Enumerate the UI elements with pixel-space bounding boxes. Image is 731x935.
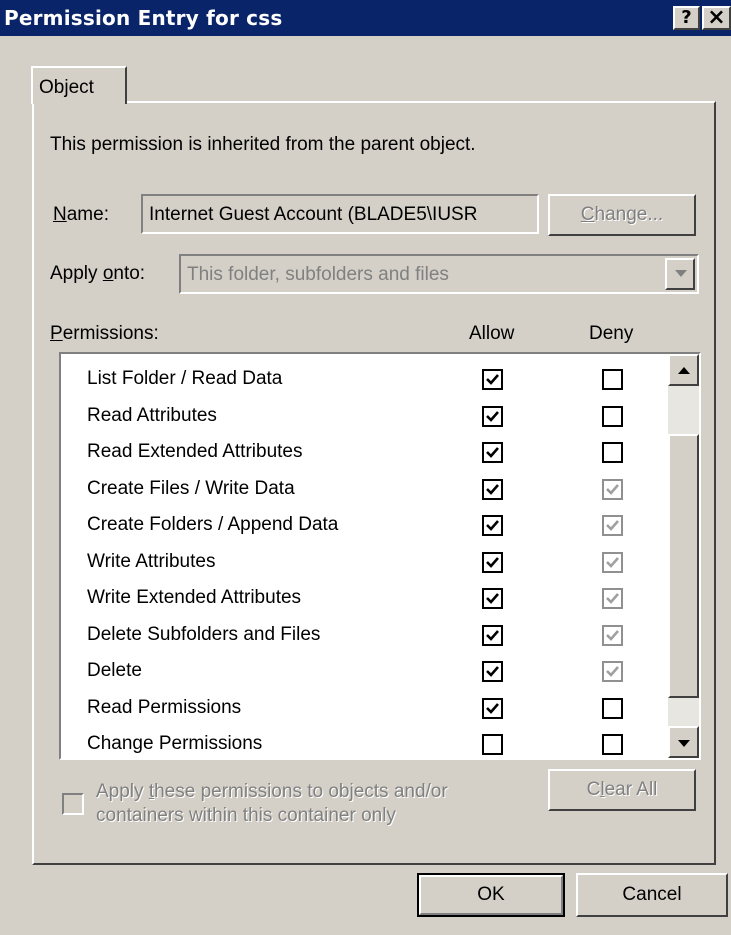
check-icon (486, 447, 499, 458)
check-icon (606, 556, 619, 568)
check-icon (486, 520, 499, 531)
check-icon (606, 483, 619, 495)
check-icon (486, 374, 499, 385)
permission-name: Create Folders / Append Data (87, 514, 339, 535)
clear-all-button[interactable]: Clear All (548, 769, 696, 811)
apply-these-label: Apply these permissions to objects and/o… (96, 781, 448, 826)
apply-onto-value: This folder, subfolders and files (187, 264, 449, 285)
allow-checkbox[interactable] (482, 369, 503, 390)
allow-checkbox[interactable] (482, 588, 503, 609)
permission-row: Write Extended Attributes (61, 581, 661, 615)
scroll-up-button[interactable] (668, 354, 699, 386)
inherited-notice: This permission is inherited from the pa… (50, 134, 476, 155)
check-icon (606, 520, 619, 531)
allow-checkbox[interactable] (482, 478, 503, 500)
permission-row: Write Attributes (61, 545, 661, 579)
deny-checkbox[interactable] (602, 478, 623, 500)
scrollbar[interactable] (668, 354, 699, 758)
allow-checkbox[interactable] (482, 405, 503, 427)
window-title: Permission Entry for css (4, 6, 283, 30)
permission-row: Read Permissions (61, 691, 661, 725)
check-icon (486, 556, 499, 568)
scroll-down-button[interactable] (668, 726, 699, 758)
deny-checkbox[interactable] (602, 369, 623, 390)
help-button[interactable]: ? (673, 6, 700, 30)
permission-name: Delete Subfolders and Files (87, 623, 321, 645)
allow-checkbox[interactable] (482, 624, 503, 646)
check-icon (486, 666, 499, 677)
permission-row: List Folder / Read Data (61, 362, 661, 396)
allow-checkbox[interactable] (482, 734, 503, 755)
check-icon (486, 702, 499, 714)
check-icon (606, 593, 619, 604)
check-icon (486, 593, 499, 604)
permission-row: Change Permissions (61, 727, 661, 761)
change-button[interactable]: Change... (548, 194, 696, 236)
dropdown-arrow[interactable] (665, 258, 695, 290)
allow-checkbox[interactable] (482, 661, 503, 682)
deny-header: Deny (589, 323, 634, 344)
deny-checkbox[interactable] (602, 588, 623, 609)
permission-name: Read Permissions (87, 696, 242, 718)
permission-name: Read Attributes (87, 404, 217, 426)
allow-header: Allow (469, 323, 515, 344)
deny-checkbox[interactable] (602, 697, 623, 719)
permission-row: Create Folders / Append Data (61, 508, 661, 542)
permission-row: Delete Subfolders and Files (61, 618, 661, 652)
permission-name: Change Permissions (87, 733, 263, 754)
allow-checkbox[interactable] (482, 551, 503, 573)
name-label: Name: (53, 204, 109, 225)
check-icon (606, 629, 619, 641)
name-field[interactable]: Internet Guest Account (BLADE5\IUSR (141, 194, 539, 234)
close-button[interactable]: × (702, 6, 731, 30)
permission-name: Delete (87, 660, 142, 681)
deny-checkbox[interactable] (602, 624, 623, 646)
permission-name: Read Extended Attributes (87, 441, 303, 462)
permission-row: Read Extended Attributes (61, 435, 661, 469)
permission-name: List Folder / Read Data (87, 368, 283, 389)
allow-checkbox[interactable] (482, 697, 503, 719)
check-icon (486, 629, 499, 641)
name-field-value: Internet Guest Account (BLADE5\IUSR (149, 204, 478, 225)
apply-onto-dropdown[interactable]: This folder, subfolders and files (179, 254, 699, 294)
deny-checkbox[interactable] (602, 515, 623, 536)
apply-these-checkbox[interactable] (62, 793, 84, 815)
deny-checkbox[interactable] (602, 405, 623, 427)
ok-label: OK (419, 875, 563, 915)
ok-button[interactable]: OK (417, 873, 565, 917)
permission-name: Write Attributes (87, 550, 216, 572)
chevron-down-icon (678, 740, 690, 747)
permission-row: Create Files / Write Data (61, 472, 661, 506)
permission-row: Delete (61, 654, 661, 688)
apply-onto-label: Apply onto: (50, 263, 146, 284)
deny-checkbox[interactable] (602, 734, 623, 755)
permission-row: Read Attributes (61, 399, 661, 433)
permission-name: Write Extended Attributes (87, 587, 302, 608)
cancel-button[interactable]: Cancel (576, 873, 728, 917)
check-icon (486, 410, 499, 422)
allow-checkbox[interactable] (482, 442, 503, 463)
chevron-up-icon (678, 367, 690, 374)
check-icon (606, 666, 619, 677)
deny-checkbox[interactable] (602, 551, 623, 573)
tab-object-label: Object (39, 77, 94, 98)
permission-name: Create Files / Write Data (87, 477, 295, 499)
allow-checkbox[interactable] (482, 515, 503, 536)
permissions-label: Permissions: (50, 323, 159, 344)
tab-object[interactable]: Object (31, 66, 127, 104)
deny-checkbox[interactable] (602, 661, 623, 682)
check-icon (486, 483, 499, 495)
scroll-thumb[interactable] (668, 434, 699, 698)
deny-checkbox[interactable] (602, 442, 623, 463)
permissions-list[interactable]: List Folder / Read Data Read Attributes Re… (59, 352, 701, 760)
chevron-down-icon (675, 270, 687, 277)
